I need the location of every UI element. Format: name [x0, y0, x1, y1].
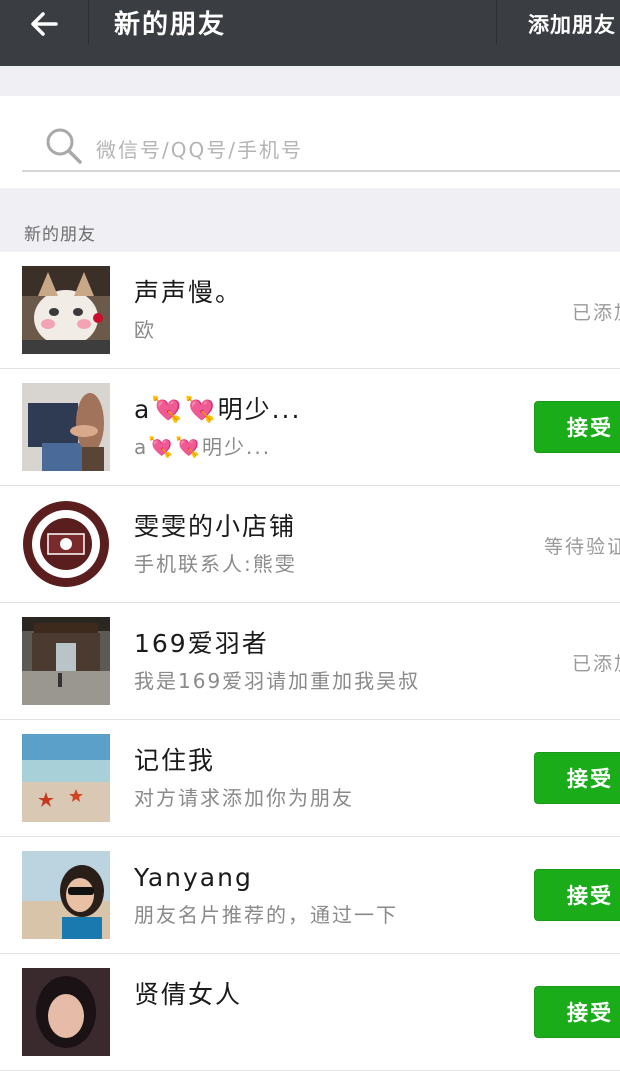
list-item[interactable]: 贤倩女人 接受: [0, 954, 620, 1071]
accept-button[interactable]: 接受: [534, 986, 620, 1038]
status-added: 已添加: [572, 653, 620, 675]
header-divider: [496, 0, 497, 44]
search-input[interactable]: 微信号/QQ号/手机号: [22, 120, 620, 172]
friend-message: 欧: [134, 318, 156, 342]
friend-message: 朋友名片推荐的，通过一下: [134, 903, 398, 927]
list-item[interactable]: 169爱羽者 我是169爱羽请加重加我吴叔 已添加: [0, 603, 620, 720]
avatar: [22, 500, 110, 588]
avatar: [22, 383, 110, 471]
friend-message: 手机联系人:熊雯: [134, 552, 297, 576]
back-arrow-icon: [31, 12, 58, 36]
list-item[interactable]: Yanyang 朋友名片推荐的，通过一下 接受: [0, 837, 620, 954]
add-friend-button[interactable]: 添加朋友: [528, 10, 616, 40]
accept-button[interactable]: 接受: [534, 752, 620, 804]
friend-name: 贤倩女人: [134, 980, 243, 1009]
avatar: [22, 266, 110, 354]
section-label: 新的朋友: [24, 225, 96, 245]
list-item[interactable]: a💘💘明少... a💘💘明少... 接受: [0, 369, 620, 486]
friend-message: 对方请求添加你为朋友: [134, 786, 354, 810]
friend-name: 记住我: [134, 746, 216, 775]
avatar: [22, 968, 110, 1056]
cat-photo-icon: [22, 266, 110, 354]
search-icon: [46, 128, 82, 164]
header-divider: [88, 0, 89, 44]
search-panel: 微信号/QQ号/手机号: [0, 96, 620, 188]
person-photo-icon: [22, 383, 110, 471]
portrait-photo-icon: [22, 968, 110, 1056]
friend-name: Yanyang: [134, 863, 253, 892]
beach-photo-icon: [22, 734, 110, 822]
status-added: 已添加: [572, 302, 620, 324]
friend-name: a💘💘明少...: [134, 395, 302, 424]
shop-logo-icon: [22, 500, 110, 588]
friend-message: 我是169爱羽请加重加我吴叔: [134, 669, 421, 693]
top-bar: 新的朋友 添加朋友: [0, 0, 620, 66]
selfie-photo-icon: [22, 851, 110, 939]
friend-name: 声声慢。: [134, 278, 243, 307]
page-title: 新的朋友: [114, 10, 227, 40]
friend-message: a💘💘明少...: [134, 435, 272, 459]
list-item[interactable]: 声声慢。 欧 已添加: [0, 252, 620, 369]
search-placeholder: 微信号/QQ号/手机号: [96, 138, 303, 162]
avatar: [22, 734, 110, 822]
accept-button[interactable]: 接受: [534, 869, 620, 921]
friend-name: 169爱羽者: [134, 629, 269, 658]
avatar: [22, 617, 110, 705]
avatar: [22, 851, 110, 939]
back-button[interactable]: [18, 8, 70, 40]
list-item[interactable]: 雯雯的小店铺 手机联系人:熊雯 等待验证: [0, 486, 620, 603]
accept-button[interactable]: 接受: [534, 401, 620, 453]
status-pending: 等待验证: [544, 536, 620, 558]
street-photo-icon: [22, 617, 110, 705]
friend-name: 雯雯的小店铺: [134, 512, 297, 541]
friend-list: 声声慢。 欧 已添加 a💘💘明少... a💘💘明少... 接受: [0, 252, 620, 1071]
list-item[interactable]: 记住我 对方请求添加你为朋友 接受: [0, 720, 620, 837]
